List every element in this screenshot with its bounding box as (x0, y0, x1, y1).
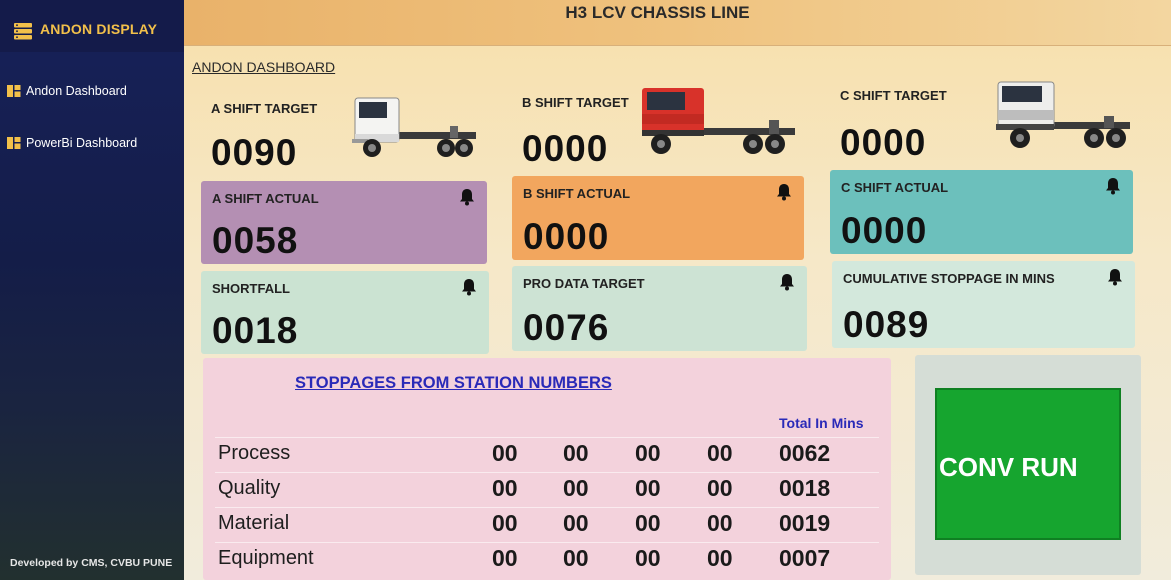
row-total: 0007 (779, 545, 831, 571)
pro-data-target-card: PRO DATA TARGET 0076 (512, 266, 807, 351)
brand-title: ANDON DISPLAY (40, 21, 158, 37)
table-row: Process 00 00 00 00 0062 (215, 437, 879, 472)
sidebar-item-label: Andon Dashboard (26, 84, 127, 98)
a-shift-actual-card: A SHIFT ACTUAL 0058 (201, 181, 487, 264)
stoppages-panel: STOPPAGES FROM STATION NUMBERS Total In … (203, 358, 891, 580)
bell-icon[interactable] (461, 278, 477, 296)
main-content: ANDON DASHBOARD A SHIFT TARGET 0090 B SH… (184, 46, 1171, 580)
cumulative-stoppage-card: CUMULATIVE STOPPAGE IN MINS 0089 (832, 261, 1135, 348)
card-label: CUMULATIVE STOPPAGE IN MINS (843, 271, 1055, 286)
table-cell: 00 (635, 475, 661, 501)
table-cell: 00 (492, 475, 518, 501)
card-value: 0000 (523, 216, 610, 257)
dashboard-icon (7, 137, 21, 149)
card-value: 0018 (212, 310, 299, 351)
table-row: Equipment 00 00 00 00 0007 (215, 542, 879, 577)
row-name: Quality (218, 477, 281, 499)
table-cell: 00 (492, 545, 518, 571)
footer-credit: Developed by CMS, CVBU PUNE (10, 557, 173, 569)
a-shift-target-value: 0090 (211, 132, 298, 173)
sidebar-item-label: PowerBi Dashboard (26, 136, 138, 150)
table-cell: 00 (492, 510, 518, 536)
total-in-mins-header: Total In Mins (779, 415, 864, 431)
table-cell: 00 (707, 440, 733, 466)
b-shift-target-label: B SHIFT TARGET (522, 95, 629, 110)
server-icon (14, 23, 32, 40)
sidebar-item-andon-dashboard[interactable]: Andon Dashboard (7, 84, 127, 98)
c-shift-target-label: C SHIFT TARGET (840, 88, 947, 103)
card-label: B SHIFT ACTUAL (523, 186, 631, 201)
table-cell: 00 (563, 440, 589, 466)
table-cell: 00 (563, 475, 589, 501)
andon-dashboard-link[interactable]: ANDON DASHBOARD (192, 59, 335, 75)
card-label: C SHIFT ACTUAL (841, 180, 949, 195)
bell-icon[interactable] (779, 273, 795, 291)
dashboard-icon (7, 85, 21, 97)
table-cell: 00 (635, 510, 661, 536)
card-value: 0000 (841, 210, 928, 251)
row-name: Equipment (218, 547, 314, 569)
b-shift-target-value: 0000 (522, 128, 609, 169)
page-header: H3 LCV CHASSIS LINE (184, 0, 1171, 46)
truck-image-c-shift (996, 81, 1130, 148)
sidebar: ANDON DISPLAY Andon Dashboard PowerBi Da… (0, 0, 184, 580)
table-cell: 00 (707, 510, 733, 536)
card-label: SHORTFALL (212, 281, 290, 296)
row-total: 0018 (779, 475, 831, 501)
card-label: A SHIFT ACTUAL (212, 191, 319, 206)
conveyor-status-label: CONV RUN (939, 452, 1078, 482)
a-shift-target-label: A SHIFT TARGET (211, 101, 318, 116)
shortfall-card: SHORTFALL 0018 (201, 271, 489, 354)
stoppages-title[interactable]: STOPPAGES FROM STATION NUMBERS (295, 374, 612, 393)
conveyor-status-button[interactable]: CONV RUN (935, 388, 1121, 540)
bell-icon[interactable] (459, 188, 475, 206)
c-shift-target-value: 0000 (840, 122, 927, 163)
table-cell: 00 (563, 545, 589, 571)
row-total: 0062 (779, 440, 831, 466)
row-name: Process (218, 442, 291, 464)
truck-image-b-shift (642, 88, 795, 154)
sidebar-item-powerbi-dashboard[interactable]: PowerBi Dashboard (7, 136, 137, 150)
truck-image-a-shift (352, 97, 476, 157)
table-cell: 00 (492, 440, 518, 466)
card-value: 0076 (523, 307, 610, 348)
table-cell: 00 (635, 440, 661, 466)
table-cell: 00 (707, 545, 733, 571)
card-value: 0089 (843, 304, 930, 345)
page-title: H3 LCV CHASSIS LINE (565, 3, 750, 22)
table-cell: 00 (635, 545, 661, 571)
table-cell: 00 (707, 475, 733, 501)
brand-header: ANDON DISPLAY (0, 0, 184, 52)
row-total: 0019 (779, 510, 831, 536)
table-row: Material 00 00 00 00 0019 (215, 507, 879, 542)
bell-icon[interactable] (1107, 268, 1123, 286)
table-row: Quality 00 00 00 00 0018 (215, 472, 879, 507)
table-cell: 00 (563, 510, 589, 536)
bell-icon[interactable] (776, 183, 792, 201)
b-shift-actual-card: B SHIFT ACTUAL 0000 (512, 176, 804, 260)
bell-icon[interactable] (1105, 177, 1121, 195)
row-name: Material (218, 512, 290, 534)
card-label: PRO DATA TARGET (523, 276, 645, 291)
conveyor-panel: CONV RUN (915, 355, 1141, 575)
card-value: 0058 (212, 220, 299, 261)
c-shift-actual-card: C SHIFT ACTUAL 0000 (830, 170, 1133, 254)
